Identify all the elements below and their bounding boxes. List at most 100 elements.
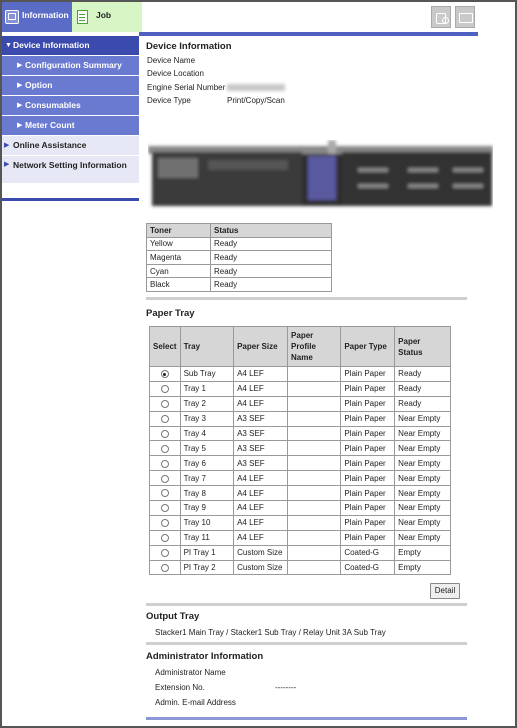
paper-profile-name [287,544,342,561]
paper-status: Near Empty [394,500,451,516]
sidebar-item-network-setting-information[interactable]: ▶ Network Setting Information [2,156,139,184]
tray-select-radio[interactable] [160,400,169,409]
table-row: Tray 11 A4 LEF Plain Paper Near Empty [149,529,451,546]
paper-profile-name [287,410,342,427]
table-row: Tray 8 A4 LEF Plain Paper Near Empty [149,485,451,502]
column-header: Status [210,223,332,238]
detail-button[interactable]: Detail [430,583,460,599]
select-cell [149,485,181,502]
tab-job-label: Job [96,10,112,20]
tray-name: Sub Tray [179,366,235,382]
table-row: Tray 5 A3 SEF Plain Paper Near Empty [149,440,451,457]
table-row: Cyan Ready [146,263,332,279]
tray-select-radio[interactable] [160,370,169,379]
select-cell [149,366,181,382]
paper-status: Empty [394,559,451,576]
toner-status: Ready [210,277,332,292]
tab-information[interactable]: Information [2,2,72,32]
select-cell [149,440,181,457]
paper-type: Plain Paper [340,529,396,546]
table-row: Tray 7 A4 LEF Plain Paper Near Empty [149,470,451,487]
paper-type: Plain Paper [340,500,396,516]
paper-size: A4 LEF [233,500,289,516]
sidebar: ▼ Device Information ▶ Configuration Sum… [2,36,139,184]
job-icon [77,10,88,24]
paper-status: Ready [394,395,451,412]
tray-select-radio[interactable] [160,444,169,453]
triangle-right-icon: ▶ [4,161,10,168]
paper-type: Plain Paper [340,485,396,502]
tray-name: Tray 1 [179,380,235,397]
paper-tray-table: Select Tray Paper Size Paper Profile Nam… [149,326,451,576]
section-divider [146,642,467,645]
tray-name: Tray 5 [179,440,235,457]
paper-size: A4 LEF [233,366,289,382]
column-header: Toner [146,223,211,238]
paper-size: A4 LEF [233,485,289,502]
display-icon[interactable] [455,6,475,28]
tray-select-radio[interactable] [160,549,169,558]
toner-status: Ready [210,263,332,279]
device-image [148,140,493,206]
select-cell [149,559,181,576]
sidebar-item-consumables[interactable]: ▶ Consumables [2,96,139,116]
paper-profile-name [287,455,342,472]
sidebar-item-online-assistance[interactable]: ▶ Online Assistance [2,136,139,156]
triangle-right-icon: ▶ [17,102,23,109]
tray-select-radio[interactable] [160,415,169,423]
tray-select-radio[interactable] [160,563,169,572]
select-cell [149,529,181,546]
sidebar-item-label: Network Setting Information [13,160,127,170]
tray-select-radio[interactable] [160,429,169,438]
paper-status: Ready [394,380,451,397]
paper-size: A3 SEF [233,455,289,472]
tray-name: PI Tray 2 [179,559,235,576]
tray-select-radio[interactable] [160,489,169,498]
tray-name: Tray 7 [179,470,235,487]
tab-job[interactable]: Job [72,2,142,32]
tray-select-radio[interactable] [160,519,169,528]
tray-select-radio[interactable] [160,474,169,483]
paper-status: Near Empty [394,485,451,502]
paper-profile-name [287,485,342,502]
paper-status: Near Empty [394,514,451,531]
column-header-paper-size: Paper Size [233,326,289,367]
toner-color: Yellow [146,236,211,252]
field-label: Device Location [147,69,204,78]
tray-name: Tray 2 [179,395,235,412]
tray-select-radio[interactable] [160,385,169,394]
sidebar-item-configuration-summary[interactable]: ▶ Configuration Summary [2,56,139,76]
tray-select-radio[interactable] [160,459,169,468]
tray-select-radio[interactable] [160,534,169,543]
toner-color: Black [146,277,211,292]
sidebar-item-option[interactable]: ▶ Option [2,76,139,96]
paper-profile-name [287,559,342,576]
select-cell [149,380,181,397]
admin-email-label: Admin. E-mail Address [155,698,236,707]
paper-status: Near Empty [394,440,451,457]
sidebar-item-device-information[interactable]: ▼ Device Information [2,36,139,56]
device-type-value: Print/Copy/Scan [227,96,285,105]
table-header-row: Select Tray Paper Size Paper Profile Nam… [149,326,451,367]
tab-information-label: Information [22,10,69,20]
paper-profile-name [287,500,342,516]
column-header-paper-status: Paper Status [394,326,451,367]
select-cell [149,395,181,412]
table-row: PI Tray 2 Custom Size Coated-G Empty [149,559,451,576]
device-status-icon[interactable] [431,6,451,28]
tray-select-radio[interactable] [160,504,169,513]
paper-type: Plain Paper [340,380,396,397]
tray-name: Tray 8 [179,485,235,502]
column-header-select: Select [149,326,181,367]
table-row: Tray 2 A4 LEF Plain Paper Ready [149,395,451,412]
paper-profile-name [287,529,342,546]
toner-status: Ready [210,250,332,265]
sidebar-item-label: Meter Count [25,120,75,130]
paper-type: Plain Paper [340,514,396,531]
paper-status: Near Empty [394,455,451,472]
table-row: Sub Tray A4 LEF Plain Paper Ready [149,366,451,382]
sidebar-item-meter-count[interactable]: ▶ Meter Count [2,116,139,136]
table-row: Magenta Ready [146,250,332,265]
paper-size: A3 SEF [233,425,289,442]
paper-size: A4 LEF [233,514,289,531]
